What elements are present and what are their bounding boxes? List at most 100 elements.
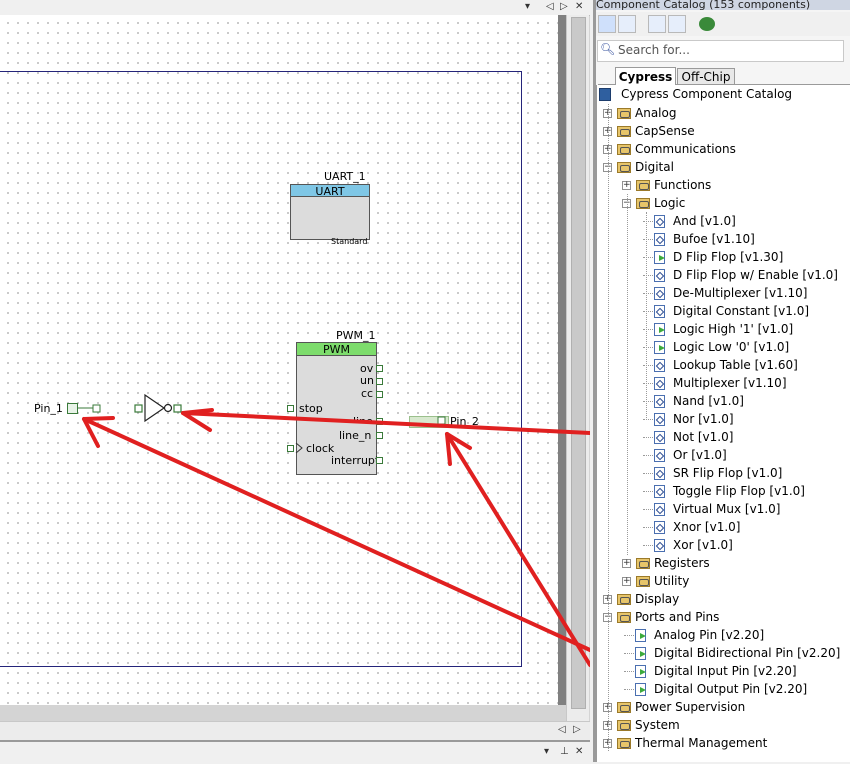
tree-item-logic-high-1-v1-0[interactable]: Logic High '1' [v1.0] bbox=[597, 320, 850, 338]
primitive-component-icon bbox=[654, 251, 665, 264]
tree-label: Not [v1.0] bbox=[673, 430, 734, 444]
tree-item-nand-v1-0[interactable]: Nand [v1.0] bbox=[597, 392, 850, 410]
tree-folder-communications[interactable]: + Communications bbox=[597, 140, 850, 158]
component-icon bbox=[654, 395, 665, 408]
tree-connector bbox=[643, 383, 653, 384]
tree-connector bbox=[643, 401, 653, 402]
tree-item-sr-flip-flop-v1-0[interactable]: SR Flip Flop [v1.0] bbox=[597, 464, 850, 482]
tree-folder-ports-and-pins[interactable]: − Ports and Pins bbox=[597, 608, 850, 626]
tree-item-digital-output-pin-v2-20[interactable]: Digital Output Pin [v2.20] bbox=[597, 680, 850, 698]
tree-label: Bufoe [v1.10] bbox=[673, 232, 755, 246]
tree-item-digital-input-pin-v2-20[interactable]: Digital Input Pin [v2.20] bbox=[597, 662, 850, 680]
catalog-toolbar bbox=[596, 12, 850, 36]
tab-cypress[interactable]: Cypress bbox=[615, 67, 676, 85]
close-icon[interactable]: ✕ bbox=[575, 746, 583, 758]
tree-connector bbox=[643, 293, 653, 294]
tree-connector bbox=[643, 455, 653, 456]
tree-label: Xor [v1.0] bbox=[673, 538, 733, 552]
tree-item-de-multiplexer-v1-10[interactable]: De-Multiplexer [v1.10] bbox=[597, 284, 850, 302]
expand-icon[interactable]: + bbox=[622, 577, 631, 586]
tree-connector bbox=[643, 473, 653, 474]
tree-item-analog-pin-v2-20[interactable]: Analog Pin [v2.20] bbox=[597, 626, 850, 644]
tree-connector bbox=[643, 257, 653, 258]
tree-item-nor-v1-0[interactable]: Nor [v1.0] bbox=[597, 410, 850, 428]
tree-connector bbox=[624, 671, 634, 672]
tree-item-toggle-flip-flop-v1-0[interactable]: Toggle Flip Flop [v1.0] bbox=[597, 482, 850, 500]
tree-connector bbox=[643, 311, 653, 312]
tree-folder-digital[interactable]: − Digital bbox=[597, 158, 850, 176]
tree-folder-logic[interactable]: − Logic bbox=[597, 194, 850, 212]
expand-icon[interactable]: + bbox=[622, 181, 631, 190]
tree-item-xor-v1-0[interactable]: Xor [v1.0] bbox=[597, 536, 850, 554]
tree-folder-utility[interactable]: + Utility bbox=[597, 572, 850, 590]
search-icon: 🔍︎ bbox=[600, 42, 616, 56]
tree-item-bufoe-v1-10[interactable]: Bufoe [v1.10] bbox=[597, 230, 850, 248]
component-tree[interactable]: Cypress Component Catalog + Analog + CapSen… bbox=[596, 85, 850, 762]
tree-folder-thermal-management[interactable]: + Thermal Management bbox=[597, 734, 850, 752]
folder-icon bbox=[617, 738, 631, 749]
tree-label: Multiplexer [v1.10] bbox=[673, 376, 787, 390]
primitive-component-icon bbox=[635, 629, 646, 642]
catalog-view-icon[interactable] bbox=[598, 15, 616, 33]
tree-item-xnor-v1-0[interactable]: Xnor [v1.0] bbox=[597, 518, 850, 536]
tree-item-digital-bidirectional-pin-v2-20[interactable]: Digital Bidirectional Pin [v2.20] bbox=[597, 644, 850, 662]
tree-label: Digital Constant [v1.0] bbox=[673, 304, 810, 318]
tree-item-multiplexer-v1-10[interactable]: Multiplexer [v1.10] bbox=[597, 374, 850, 392]
tree-label: De-Multiplexer [v1.10] bbox=[673, 286, 808, 300]
tree-item-digital-constant-v1-0[interactable]: Digital Constant [v1.0] bbox=[597, 302, 850, 320]
component-icon bbox=[654, 359, 665, 372]
folder-icon bbox=[636, 198, 650, 209]
expand-icon[interactable]: + bbox=[622, 559, 631, 568]
tree-folder-system[interactable]: + System bbox=[597, 716, 850, 734]
component-icon bbox=[654, 377, 665, 390]
tree-label: Analog bbox=[635, 106, 677, 120]
tree-item-d-flip-flop-w-enable-v1-0[interactable]: D Flip Flop w/ Enable [v1.0] bbox=[597, 266, 850, 284]
refresh-icon[interactable] bbox=[699, 17, 715, 31]
remove-component-icon[interactable] bbox=[668, 15, 686, 33]
tree-item-lookup-table-v1-60[interactable]: Lookup Table [v1.60] bbox=[597, 356, 850, 374]
add-component-icon[interactable] bbox=[648, 15, 666, 33]
folder-icon bbox=[636, 180, 650, 191]
tree-label: System bbox=[635, 718, 680, 732]
tree-label: CapSense bbox=[635, 124, 695, 138]
tree-folder-capsense[interactable]: + CapSense bbox=[597, 122, 850, 140]
tree-folder-power-supervision[interactable]: + Power Supervision bbox=[597, 698, 850, 716]
folder-icon bbox=[617, 162, 631, 173]
tree-folder-analog[interactable]: + Analog bbox=[597, 104, 850, 122]
tree-connector bbox=[643, 527, 653, 528]
dropdown-arrow-icon[interactable]: ▾ bbox=[544, 746, 549, 758]
book-icon[interactable] bbox=[618, 15, 636, 33]
catalog-search-box[interactable]: 🔍︎ Search for... bbox=[597, 40, 844, 62]
tree-item-and-v1-0[interactable]: And [v1.0] bbox=[597, 212, 850, 230]
folder-icon bbox=[617, 144, 631, 155]
tree-connector bbox=[624, 653, 634, 654]
tree-connector bbox=[643, 509, 653, 510]
tree-label: Functions bbox=[654, 178, 712, 192]
tree-item-or-v1-0[interactable]: Or [v1.0] bbox=[597, 446, 850, 464]
not-gate bbox=[134, 393, 182, 423]
tree-label: Nor [v1.0] bbox=[673, 412, 734, 426]
tab-off-chip[interactable]: Off-Chip bbox=[677, 68, 735, 84]
tree-label: Logic bbox=[654, 196, 686, 210]
tree-label: D Flip Flop w/ Enable [v1.0] bbox=[673, 268, 838, 282]
primitive-component-icon bbox=[654, 323, 665, 336]
component-icon bbox=[654, 233, 665, 246]
tree-label: Thermal Management bbox=[635, 736, 768, 750]
tree-folder-functions[interactable]: + Functions bbox=[597, 176, 850, 194]
tree-item-virtual-mux-v1-0[interactable]: Virtual Mux [v1.0] bbox=[597, 500, 850, 518]
primitive-component-icon bbox=[654, 341, 665, 354]
tree-item-not-v1-0[interactable]: Not [v1.0] bbox=[597, 428, 850, 446]
folder-icon bbox=[617, 720, 631, 731]
search-input-placeholder[interactable]: Search for... bbox=[618, 43, 690, 57]
tree-label: Display bbox=[635, 592, 680, 606]
tree-item-logic-low-0-v1-0[interactable]: Logic Low '0' [v1.0] bbox=[597, 338, 850, 356]
tree-folder-registers[interactable]: + Registers bbox=[597, 554, 850, 572]
component-icon bbox=[654, 305, 665, 318]
pin-icon[interactable]: ⊥ bbox=[560, 746, 569, 758]
tree-connector bbox=[643, 329, 653, 330]
pin2-terminal bbox=[437, 416, 446, 425]
tree-connector bbox=[643, 437, 653, 438]
tree-folder-display[interactable]: + Display bbox=[597, 590, 850, 608]
tree-label: SR Flip Flop [v1.0] bbox=[673, 466, 783, 480]
tree-item-d-flip-flop-v1-30[interactable]: D Flip Flop [v1.30] bbox=[597, 248, 850, 266]
